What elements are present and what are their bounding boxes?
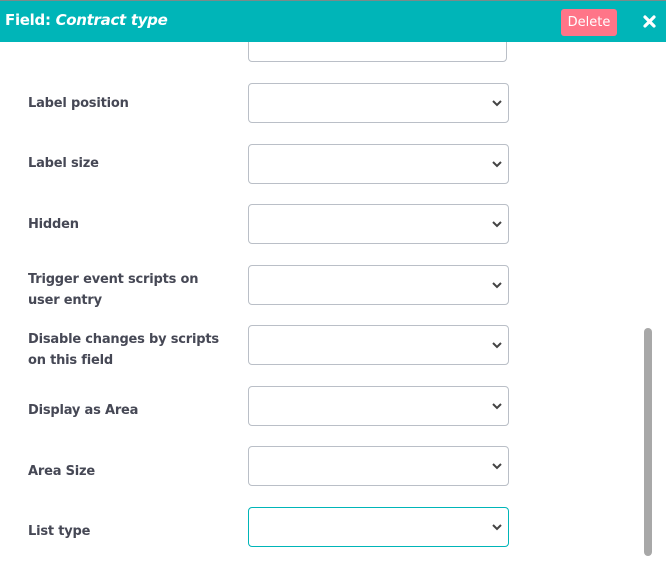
scrollbar-thumb[interactable] [644, 328, 652, 556]
row-trigger-event-scripts: Trigger event scripts on user entry [0, 265, 640, 308]
field-label: Label position [28, 96, 129, 111]
close-icon [642, 14, 656, 28]
label-size-select[interactable] [248, 144, 509, 184]
delete-button[interactable]: Delete [561, 9, 617, 36]
close-button[interactable] [640, 12, 658, 30]
label-position-select[interactable] [248, 83, 509, 123]
row-hidden: Hidden [0, 204, 640, 244]
row-area-size: Area Size [0, 446, 640, 486]
dialog-title: Field: Contract type [5, 11, 168, 29]
chevron-down-icon [492, 463, 502, 470]
dialog-body: Label position Label size Hidden Trigger… [0, 42, 666, 572]
field-label: List type [28, 524, 91, 539]
field-label: Hidden [28, 217, 79, 232]
title-prefix: Field: [5, 11, 56, 29]
field-label: Label size [28, 156, 99, 171]
dialog-header: Field: Contract type Delete [0, 1, 666, 42]
row-label-position: Label position [0, 83, 640, 123]
chevron-down-icon [492, 100, 502, 107]
disable-changes-select[interactable] [248, 325, 509, 365]
chevron-down-icon [492, 524, 502, 531]
field-label: Disable changes by scripts on this field [28, 332, 219, 368]
field-label: Display as Area [28, 403, 139, 418]
field-label: Area Size [28, 464, 95, 479]
area-size-select[interactable] [248, 446, 509, 486]
chevron-down-icon [492, 161, 502, 168]
list-type-select[interactable] [248, 507, 509, 547]
field-name: Contract type [55, 11, 168, 29]
row-label-size: Label size [0, 144, 640, 184]
chevron-down-icon [492, 403, 502, 410]
row-disable-changes: Disable changes by scripts on this field [0, 325, 640, 368]
row-display-as-area: Display as Area [0, 386, 640, 426]
chevron-down-icon [492, 282, 502, 289]
partial-field-above[interactable] [248, 42, 507, 62]
chevron-down-icon [492, 342, 502, 349]
chevron-down-icon [492, 221, 502, 228]
display-as-area-select[interactable] [248, 386, 509, 426]
hidden-select[interactable] [248, 204, 509, 244]
field-label: Trigger event scripts on user entry [28, 272, 199, 308]
trigger-event-scripts-select[interactable] [248, 265, 509, 305]
row-list-type: List type [0, 507, 640, 547]
